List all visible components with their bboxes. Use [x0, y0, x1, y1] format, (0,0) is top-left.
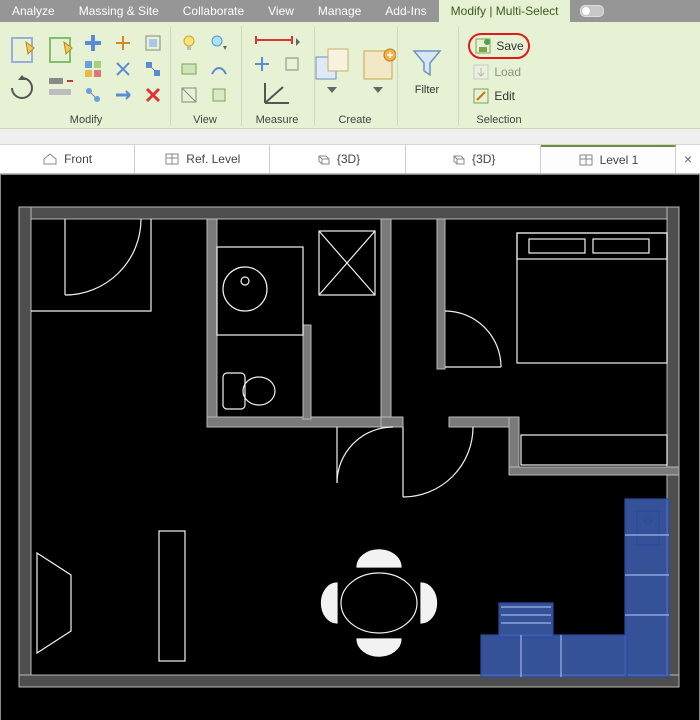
create-assembly-icon[interactable]	[312, 45, 352, 85]
cube-icon	[450, 152, 466, 166]
dropdown-icon[interactable]	[373, 87, 383, 93]
home-icon	[42, 152, 58, 166]
modify-tool-icon[interactable]	[7, 35, 37, 67]
small-tool-icon[interactable]	[83, 33, 103, 53]
selection-edit-label: Edit	[494, 89, 515, 103]
menu-tab-strip: Analyze Massing & Site Collaborate View …	[0, 0, 700, 22]
selection-save-button[interactable]: Save	[468, 33, 529, 59]
delete-tool-icon[interactable]	[143, 85, 163, 105]
panel-label: View	[193, 112, 217, 126]
menu-tab-manage[interactable]: Manage	[306, 0, 373, 22]
edit-selection-icon	[472, 87, 490, 105]
view-tool-icon[interactable]	[209, 59, 229, 79]
align-tool-icon[interactable]	[45, 73, 75, 103]
menu-tab-collaborate[interactable]: Collaborate	[171, 0, 256, 22]
ribbon-panel-measure: Measure	[244, 26, 315, 126]
ribbon: Modify View Measure	[0, 22, 700, 129]
dimension-tool-icon[interactable]	[254, 32, 300, 48]
view-tab-label: Front	[64, 152, 92, 166]
drawing-canvas[interactable]	[0, 174, 700, 720]
selection-edit-button[interactable]: Edit	[468, 85, 519, 107]
ribbon-panel-selection: Save Load Edit Selection	[461, 26, 541, 126]
view-tab-level1[interactable]: Level 1	[541, 145, 676, 173]
lightbulb-icon[interactable]	[179, 33, 199, 53]
menu-tab-label: Analyze	[12, 4, 55, 18]
angle-tool-icon[interactable]	[262, 80, 292, 106]
lightbulb-dropdown-icon[interactable]	[209, 33, 229, 53]
measure-tool-icon[interactable]	[282, 54, 302, 74]
panel-label: Selection	[476, 112, 521, 126]
small-tool-icon[interactable]	[113, 85, 133, 105]
small-tool-icon[interactable]	[113, 33, 133, 53]
selection-load-button: Load	[468, 61, 525, 83]
small-tool-icon[interactable]	[143, 59, 163, 79]
record-toggle[interactable]	[570, 0, 614, 22]
small-tool-icon[interactable]	[83, 59, 103, 79]
view-tool-icon[interactable]	[179, 85, 199, 105]
plan-icon	[164, 152, 180, 166]
small-tool-icon[interactable]	[113, 59, 133, 79]
create-group-icon[interactable]	[358, 45, 398, 85]
view-tool-icon[interactable]	[209, 85, 229, 105]
view-tab-3d-b[interactable]: {3D}	[406, 145, 541, 173]
view-tab-close-button[interactable]: ×	[676, 145, 700, 173]
view-tab-label: {3D}	[337, 152, 360, 166]
ribbon-panel-view: View	[173, 26, 242, 126]
menu-tab-label: Add-Ins	[385, 4, 426, 18]
filter-label: Filter	[415, 84, 439, 96]
filter-button[interactable]: Filter	[407, 42, 447, 96]
small-tool-icon[interactable]	[143, 33, 163, 53]
load-selection-icon	[472, 63, 490, 81]
menu-tab-addins[interactable]: Add-Ins	[373, 0, 438, 22]
cube-icon	[315, 152, 331, 166]
panel-label: Create	[338, 112, 371, 126]
menu-tab-label: Collaborate	[183, 4, 244, 18]
menu-tab-label: View	[268, 4, 294, 18]
menu-tab-label: Manage	[318, 4, 361, 18]
view-tab-front[interactable]: Front	[0, 145, 135, 173]
floor-plan-drawing	[1, 175, 699, 720]
menu-tab-massing-site[interactable]: Massing & Site	[67, 0, 171, 22]
view-tab-3d-a[interactable]: {3D}	[270, 145, 405, 173]
plan-icon	[578, 153, 594, 167]
view-tab-label: Level 1	[600, 153, 639, 167]
view-tool-icon[interactable]	[179, 59, 199, 79]
panel-label: Measure	[256, 112, 299, 126]
view-tab-ref-level[interactable]: Ref. Level	[135, 145, 270, 173]
panel-label	[425, 112, 428, 126]
selection-save-label: Save	[496, 39, 523, 53]
menu-tab-analyze[interactable]: Analyze	[0, 0, 67, 22]
view-tab-label: Ref. Level	[186, 152, 240, 166]
small-tool-icon[interactable]	[83, 85, 103, 105]
modify-tool-icon[interactable]	[45, 35, 75, 67]
menu-tab-label: Modify | Multi-Select	[451, 4, 559, 18]
save-selection-icon	[474, 37, 492, 55]
ribbon-panel-modify: Modify	[6, 26, 171, 126]
measure-tool-icon[interactable]	[252, 54, 272, 74]
options-bar	[0, 129, 700, 145]
selection-load-label: Load	[494, 65, 521, 79]
dropdown-icon[interactable]	[327, 87, 337, 93]
menu-tab-view[interactable]: View	[256, 0, 306, 22]
view-tab-strip: Front Ref. Level {3D} {3D} Level 1 ×	[0, 145, 700, 174]
view-tab-label: {3D}	[472, 152, 495, 166]
ribbon-panel-filter: Filter	[400, 26, 459, 126]
menu-tab-modify-multiselect[interactable]: Modify | Multi-Select	[439, 0, 571, 22]
close-icon: ×	[684, 151, 692, 167]
ribbon-panel-create: Create	[317, 26, 398, 126]
rotate-tool-icon[interactable]	[7, 73, 37, 103]
panel-label: Modify	[70, 112, 102, 126]
menu-tab-label: Massing & Site	[79, 4, 159, 18]
